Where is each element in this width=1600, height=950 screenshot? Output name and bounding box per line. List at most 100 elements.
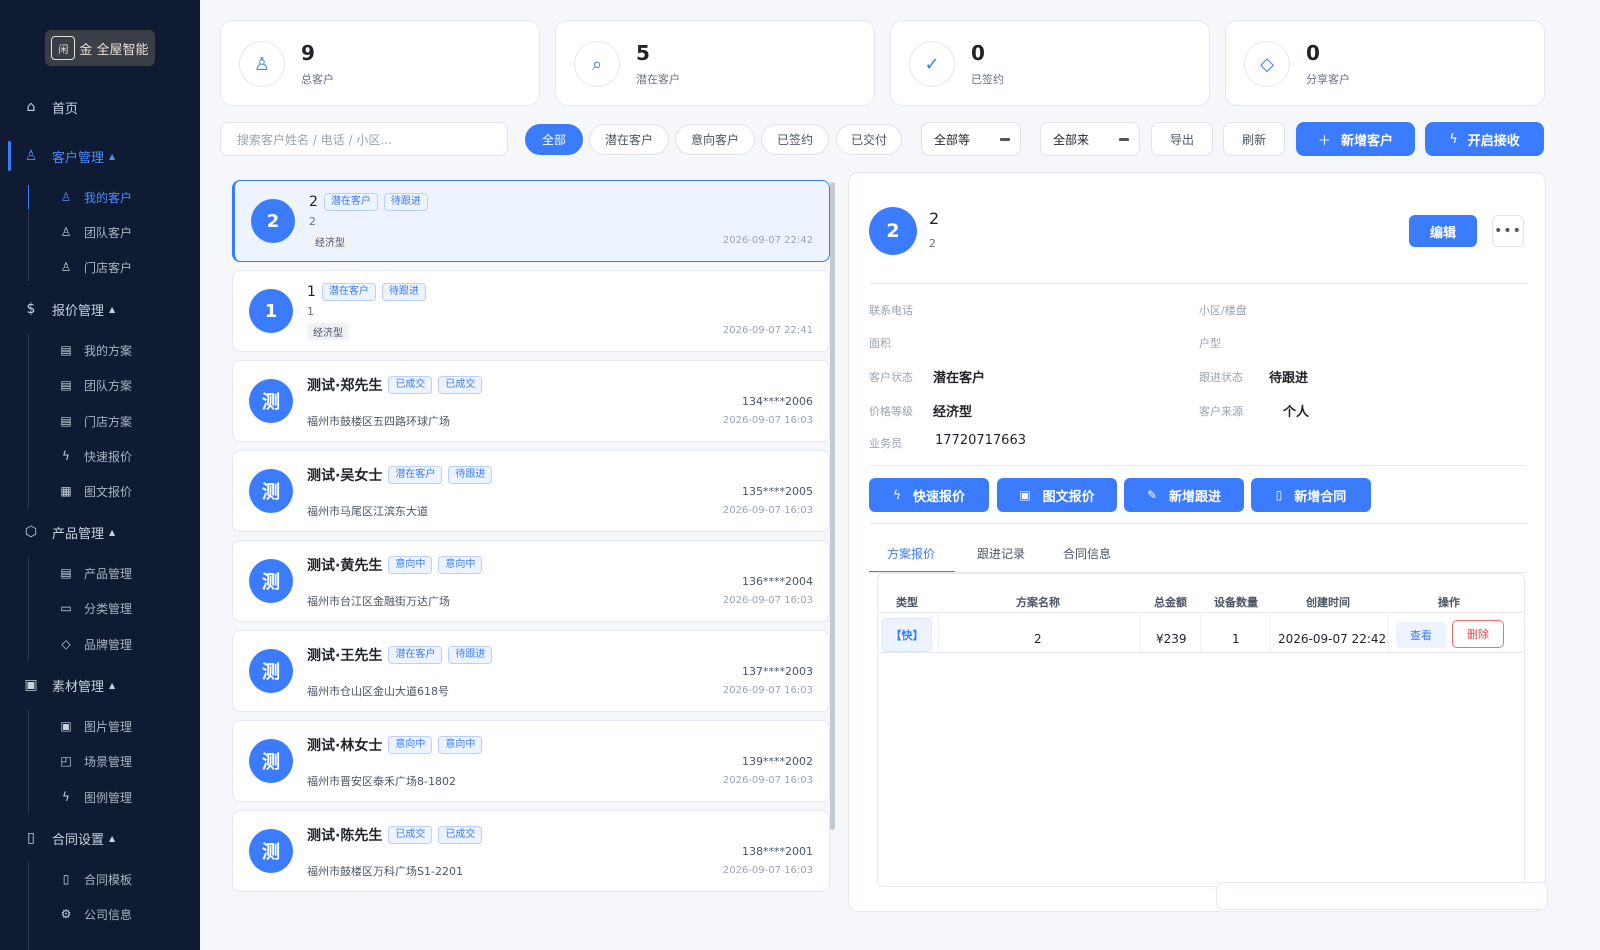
- customer-address: 福州市晋安区泰禾广场8-1802: [307, 775, 456, 788]
- sidebar-item-company-info[interactable]: ⚙ 公司信息: [0, 901, 200, 927]
- field-label: 客户来源: [1199, 405, 1243, 418]
- sidebar-item-home[interactable]: ⌂ 首页: [0, 93, 200, 121]
- created-time: 2026-09-07 22:42: [722, 235, 813, 246]
- customer-card[interactable]: 1 1 潜在客户 待跟进 1 经济型 2026-09-07 22:41: [232, 270, 830, 352]
- image-text-icon: ▦: [60, 484, 72, 498]
- caret-up-icon: ▲: [109, 527, 116, 537]
- status-badge: 意向中: [388, 556, 433, 574]
- image-quote-button[interactable]: ▣ 图文报价: [997, 478, 1117, 512]
- field-value: 个人: [1283, 405, 1310, 420]
- level-select[interactable]: 全部等: [921, 122, 1021, 156]
- field-label: 联系电话: [869, 304, 913, 317]
- quick-quote-button[interactable]: ϟ 快速报价: [869, 478, 989, 512]
- view-button[interactable]: 查看: [1396, 622, 1446, 648]
- sidebar-item-contract-templates[interactable]: ▯ 合同模板: [0, 866, 200, 892]
- source-select[interactable]: 全部来: [1040, 122, 1140, 156]
- sidebar-item-material-management[interactable]: ▣ 素材管理 ▲: [0, 671, 200, 699]
- sidebar-item-label: 我的方案: [84, 343, 133, 358]
- cell-divider: [938, 612, 939, 652]
- customer-card[interactable]: 测 测试·王先生 潜在客户 待跟进 137****2003 福州市仓山区金山大道…: [232, 630, 830, 712]
- floating-panel[interactable]: [1216, 882, 1548, 910]
- sidebar-item-contract-settings[interactable]: ▯ 合同设置 ▲: [0, 824, 200, 852]
- sidebar-item-team-plans[interactable]: ▤ 团队方案: [0, 372, 200, 398]
- caret-up-icon: ▲: [109, 151, 116, 161]
- customer-card[interactable]: 测 测试·郑先生 已成交 已成交 134****2006 福州市鼓楼区五四路环球…: [232, 360, 830, 442]
- customer-phone: 139****2002: [742, 755, 813, 768]
- sidebar-item-image-quote[interactable]: ▦ 图文报价: [0, 478, 200, 504]
- tab-plan-quotes[interactable]: 方案报价: [887, 545, 935, 562]
- customer-name: 测试·陈先生: [307, 828, 383, 844]
- edit-button[interactable]: 编辑: [1409, 215, 1477, 247]
- stat-card-signed[interactable]: ✓ 0 已签约: [890, 20, 1210, 106]
- documents-icon: ▤: [60, 414, 72, 428]
- search-input[interactable]: 搜索客户姓名 / 电话 / 小区...: [220, 122, 508, 156]
- sidebar-item-scenes[interactable]: ◰ 场景管理: [0, 748, 200, 774]
- cell-divider: [1388, 612, 1389, 652]
- sidebar-item-categories[interactable]: ▭ 分类管理: [0, 595, 200, 621]
- customer-card[interactable]: 测 测试·陈先生 已成交 已成交 138****2001 福州市鼓楼区万科广场S…: [232, 810, 830, 892]
- sidebar-item-legends[interactable]: ϟ 图例管理: [0, 784, 200, 810]
- table-cell: 2026-09-07 22:42: [1278, 632, 1387, 646]
- sidebar-item-products[interactable]: ▤ 产品管理: [0, 560, 200, 586]
- enable-receive-label: 开启接收: [1467, 133, 1520, 149]
- cell-divider: [1140, 612, 1141, 652]
- sidebar-item-store-customers[interactable]: ♙ 门店客户: [0, 254, 200, 280]
- export-button[interactable]: 导出: [1151, 122, 1213, 156]
- more-icon[interactable]: •••: [1492, 215, 1524, 247]
- list-scrollbar[interactable]: [830, 182, 835, 830]
- customer-card[interactable]: 测 测试·林女士 意向中 意向中 139****2002 福州市晋安区泰禾广场8…: [232, 720, 830, 802]
- add-customer-button[interactable]: ＋ 新增客户: [1296, 122, 1415, 156]
- customer-detail-panel: 2 2 2 编辑 ••• 联系电话 小区/楼盘 面积 户型 客户状态 潜在客户 …: [848, 172, 1546, 912]
- add-follow-button[interactable]: ✎ 新增跟进: [1124, 478, 1244, 512]
- sidebar-item-my-plans[interactable]: ▤ 我的方案: [0, 337, 200, 363]
- created-time: 2026-09-07 16:03: [722, 865, 813, 876]
- filter-signed[interactable]: 已签约: [761, 124, 829, 155]
- customer-subtitle: 2: [309, 215, 316, 228]
- follow-badge: 待跟进: [381, 283, 426, 301]
- enable-receive-button[interactable]: ϟ 开启接收: [1425, 122, 1544, 156]
- customer-address: 福州市仓山区金山大道618号: [307, 685, 449, 698]
- sidebar-item-quote-management[interactable]: $ 报价管理 ▲: [0, 295, 200, 323]
- sidebar-item-product-management[interactable]: ⬡ 产品管理 ▲: [0, 518, 200, 546]
- sidebar-item-brands[interactable]: ◇ 品牌管理: [0, 631, 200, 657]
- field-value: 待跟进: [1269, 371, 1309, 386]
- logo-seal: 闲: [51, 36, 76, 60]
- user-icon: ♙: [60, 225, 72, 239]
- refresh-button[interactable]: 刷新: [1223, 122, 1285, 156]
- status-badge: 意向中: [388, 736, 433, 754]
- filter-delivered[interactable]: 已交付: [836, 124, 902, 155]
- stat-card-total[interactable]: ♙ 9 总客户: [220, 20, 540, 106]
- sidebar-item-customer-management[interactable]: ♙ 客户管理 ▲: [0, 142, 200, 170]
- brand-logo[interactable]: 闲 金 全屋智能: [45, 30, 155, 66]
- customer-card[interactable]: 测 测试·黄先生 意向中 意向中 136****2004 福州市台江区金融街万达…: [232, 540, 830, 622]
- sidebar-item-label: 门店客户: [84, 260, 133, 275]
- tab-contract-info[interactable]: 合同信息: [1063, 545, 1111, 562]
- sidebar-item-images[interactable]: ▣ 图片管理: [0, 713, 200, 739]
- sidebar-item-quick-quote[interactable]: ϟ 快速报价: [0, 443, 200, 469]
- created-time: 2026-09-07 16:03: [722, 685, 813, 696]
- customer-card[interactable]: 测 测试·吴女士 潜在客户 待跟进 135****2005 福州市马尾区江滨东大…: [232, 450, 830, 532]
- follow-badge: 待跟进: [448, 646, 493, 664]
- sidebar-item-my-customers[interactable]: ♙ 我的客户: [0, 184, 200, 210]
- sidebar-item-team-customers[interactable]: ♙ 团队客户: [0, 219, 200, 245]
- delete-button[interactable]: 删除: [1452, 620, 1504, 648]
- detail-name: 2: [929, 209, 940, 228]
- filter-all[interactable]: 全部: [525, 124, 583, 155]
- tab-follow-records[interactable]: 跟进记录: [977, 545, 1025, 562]
- stat-card-shared[interactable]: ◇ 0 分享客户: [1225, 20, 1545, 106]
- user-icon: ♙: [60, 260, 72, 274]
- sidebar-item-label: 团队方案: [84, 378, 133, 393]
- add-contract-button[interactable]: ▯ 新增合同: [1251, 478, 1371, 512]
- dropdown-icon: [1119, 137, 1129, 141]
- documents-icon: ▤: [60, 378, 72, 392]
- search-placeholder: 搜索客户姓名 / 电话 / 小区...: [237, 132, 392, 147]
- customer-card[interactable]: 2 2 潜在客户 待跟进 2 经济型 2026-09-07 22:42: [232, 180, 830, 262]
- customer-phone: 137****2003: [742, 665, 813, 678]
- sidebar-item-store-plans[interactable]: ▤ 门店方案: [0, 408, 200, 434]
- field-label: 面积: [869, 337, 891, 350]
- status-badge: 潜在客户: [321, 283, 376, 301]
- stat-card-potential[interactable]: ⌕ 5 潜在客户: [555, 20, 875, 106]
- filter-potential[interactable]: 潜在客户: [589, 124, 669, 155]
- folder-icon: ▭: [60, 601, 72, 615]
- filter-intent[interactable]: 意向客户: [675, 124, 755, 155]
